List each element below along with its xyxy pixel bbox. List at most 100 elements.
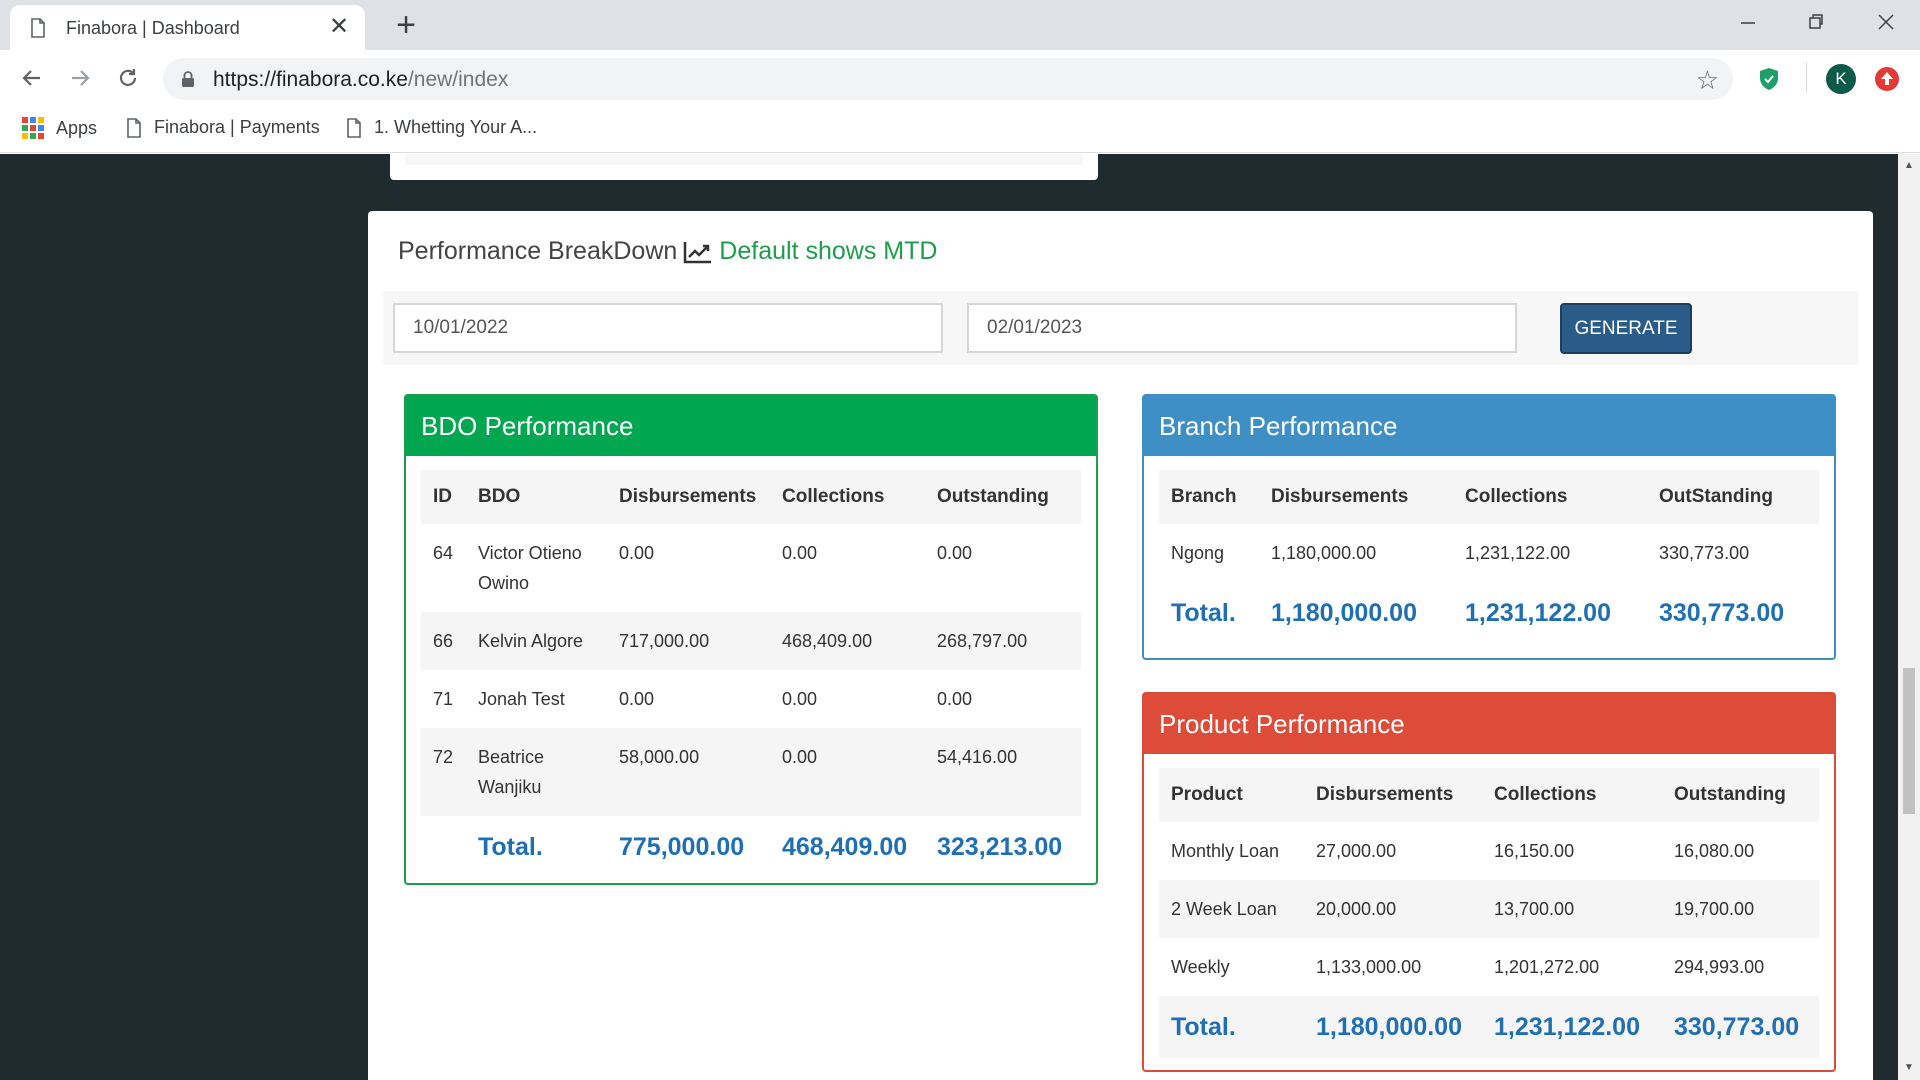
- column-header: ID: [421, 470, 466, 524]
- performance-title: Performance BreakDown Default shows MTD: [398, 237, 937, 266]
- previous-card: [390, 154, 1098, 180]
- table-row: 2 Week Loan 20,000.00 13,700.00 19,700.0…: [1159, 880, 1819, 938]
- total-row: Total. 1,180,000.00 1,231,122.00 330,773…: [1159, 996, 1819, 1058]
- table-cell: 1,231,122.00: [1465, 543, 1571, 563]
- page-content: Performance BreakDown Default shows MTD …: [0, 154, 1898, 1080]
- profile-avatar[interactable]: K: [1826, 64, 1856, 94]
- apps-grid-icon: [22, 117, 44, 139]
- browser-tab-bar: Finabora | Dashboard ✕ +: [0, 0, 1920, 50]
- total-cell: 323,213.00: [937, 833, 1063, 861]
- table-cell: 0.00: [770, 728, 925, 816]
- line-chart-icon: [684, 241, 712, 263]
- column-header: Product: [1159, 768, 1304, 822]
- table-row: Weekly 1,133,000.00 1,201,272.00 294,993…: [1159, 938, 1819, 996]
- branch-panel-title: Branch Performance: [1144, 396, 1834, 456]
- tab-title: Finabora | Dashboard: [66, 18, 240, 38]
- bookmark-finabora-payments[interactable]: Finabora | Payments: [126, 117, 320, 138]
- table-cell: 717,000.00: [607, 612, 770, 670]
- forward-arrow-icon[interactable]: [64, 62, 96, 94]
- product-performance-panel: Product Performance Product Disbursement…: [1142, 692, 1836, 1072]
- total-cell: 468,409.00: [782, 833, 908, 861]
- url-text: https://finabora.co.ke/new/index: [213, 68, 508, 92]
- total-label: Total.: [1159, 996, 1304, 1058]
- address-bar[interactable]: https://finabora.co.ke/new/index ☆: [163, 58, 1733, 100]
- column-header: Collections: [1482, 768, 1662, 822]
- bookmark-apps-label: Apps: [56, 117, 98, 138]
- branch-table: Branch Disbursements Collections OutStan…: [1159, 470, 1819, 644]
- column-header: Disbursements: [1259, 470, 1453, 524]
- page-scrollbar[interactable]: ▲ ▼: [1898, 154, 1920, 1080]
- table-cell: 468,409.00: [770, 612, 925, 670]
- table-cell: 0.00: [937, 543, 973, 563]
- table-cell: Monthly Loan: [1171, 841, 1280, 861]
- table-header-row: ID BDO Disbursements Collections Outstan…: [421, 470, 1081, 524]
- column-header: Branch: [1159, 470, 1259, 524]
- new-tab-button[interactable]: +: [388, 6, 424, 44]
- table-cell: 330,773.00: [1659, 543, 1750, 563]
- back-arrow-icon[interactable]: [16, 62, 48, 94]
- page-icon: [127, 117, 141, 138]
- table-row: Ngong 1,180,000.00 1,231,122.00 330,773.…: [1159, 524, 1819, 582]
- table-cell: 16,150.00: [1494, 841, 1575, 861]
- table-cell: 66: [421, 612, 466, 670]
- total-label: Total.: [478, 833, 543, 861]
- table-cell: 294,993.00: [1674, 957, 1765, 977]
- table-cell: 0.00: [619, 543, 655, 563]
- column-header: Collections: [1453, 470, 1647, 524]
- column-header: Disbursements: [607, 470, 770, 524]
- table-cell: 72: [421, 728, 466, 816]
- toolbar-divider: [1806, 62, 1807, 92]
- shield-extension-icon[interactable]: [1756, 66, 1782, 92]
- total-row: Total. 1,180,000.00 1,231,122.00 330,773…: [1159, 582, 1819, 644]
- browser-tab[interactable]: Finabora | Dashboard ✕: [10, 5, 365, 50]
- table-row: 64 Victor Otieno Owino 0.00 0.00 0.00: [421, 524, 1081, 612]
- table-cell: 0.00: [619, 689, 655, 709]
- browser-toolbar: https://finabora.co.ke/new/index ☆ K: [0, 50, 1920, 107]
- minimize-window-icon[interactable]: [1728, 8, 1768, 38]
- table-cell: 71: [433, 689, 454, 709]
- table-row: 71 Jonah Test 0.00 0.00 0.00: [421, 670, 1081, 728]
- table-cell: 27,000.00: [1316, 841, 1397, 861]
- close-tab-icon[interactable]: ✕: [325, 13, 353, 41]
- table-cell: 1,133,000.00: [1316, 957, 1422, 977]
- end-date-input[interactable]: [967, 303, 1517, 353]
- close-window-icon[interactable]: [1866, 8, 1906, 38]
- total-row: Total. 775,000.00 468,409.00 323,213.00: [421, 816, 1081, 878]
- bdo-panel-title: BDO Performance: [406, 396, 1096, 456]
- total-label: Total.: [1171, 599, 1236, 627]
- bookmark-star-icon[interactable]: ☆: [1696, 65, 1719, 96]
- table-cell: 13,700.00: [1482, 880, 1662, 938]
- lock-icon: [182, 71, 194, 87]
- table-cell: 54,416.00: [925, 728, 1081, 816]
- generate-button[interactable]: GENERATE: [1560, 303, 1692, 354]
- reload-icon[interactable]: [112, 62, 144, 94]
- table-row: Monthly Loan 27,000.00 16,150.00 16,080.…: [1159, 822, 1819, 880]
- restore-window-icon[interactable]: [1796, 8, 1836, 38]
- product-panel-title: Product Performance: [1144, 694, 1834, 754]
- table-cell: 268,797.00: [925, 612, 1081, 670]
- bookmark-whetting[interactable]: 1. Whetting Your A...: [346, 117, 537, 138]
- scroll-up-arrow-icon[interactable]: ▲: [1904, 160, 1914, 171]
- table-cell: 19,700.00: [1662, 880, 1819, 938]
- scroll-down-arrow-icon[interactable]: ▼: [1904, 1062, 1914, 1073]
- table-cell: 0.00: [782, 689, 818, 709]
- update-arrow-icon[interactable]: [1874, 66, 1900, 92]
- scrollbar-thumb[interactable]: [1903, 668, 1915, 814]
- table-cell: 20,000.00: [1304, 880, 1482, 938]
- bookmarks-bar: Apps Finabora | Payments 1. Whetting You…: [0, 107, 1920, 153]
- table-cell: 1,201,272.00: [1494, 957, 1600, 977]
- total-cell: 1,180,000.00: [1304, 996, 1482, 1058]
- bookmark-apps[interactable]: Apps: [22, 117, 97, 139]
- previous-card-inner: [405, 154, 1083, 165]
- page-icon: [347, 117, 361, 138]
- branch-performance-panel: Branch Performance Branch Disbursements …: [1142, 394, 1836, 660]
- table-cell: Victor Otieno Owino: [478, 543, 582, 593]
- table-cell: Jonah Test: [478, 689, 565, 709]
- table-cell: 58,000.00: [607, 728, 770, 816]
- url-path: /new/index: [407, 68, 509, 91]
- total-cell: 1,231,122.00: [1482, 996, 1662, 1058]
- table-cell: [421, 816, 466, 878]
- column-header: Outstanding: [925, 470, 1081, 524]
- start-date-input[interactable]: [393, 303, 943, 353]
- page-icon: [31, 18, 45, 38]
